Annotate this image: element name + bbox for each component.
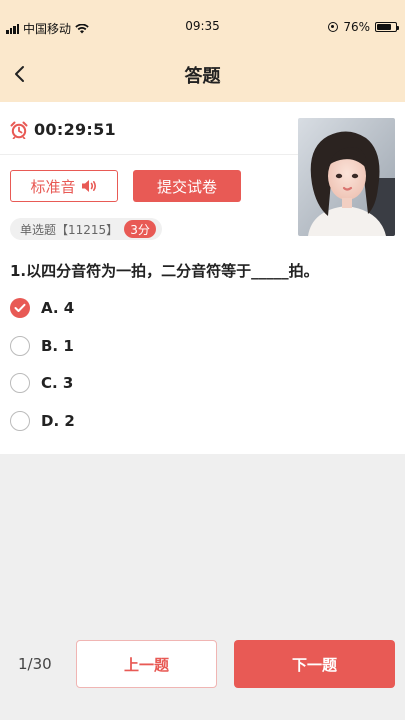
previous-question-button[interactable]: 上一题 xyxy=(76,640,217,688)
option-b[interactable]: B. 1 xyxy=(10,336,74,356)
avatar xyxy=(298,118,395,236)
option-label: B. 1 xyxy=(41,337,74,355)
option-c[interactable]: C. 3 xyxy=(10,373,73,393)
radio-checked-icon[interactable] xyxy=(10,298,30,318)
status-right: 76% xyxy=(328,20,399,34)
battery-icon xyxy=(375,22,399,32)
submit-exam-button[interactable]: 提交试卷 xyxy=(133,170,241,202)
nav-bar: 答题 xyxy=(0,54,405,102)
battery-percent: 76% xyxy=(343,20,370,34)
standard-voice-button[interactable]: 标准音 xyxy=(10,170,118,202)
option-label: C. 3 xyxy=(41,374,74,392)
radio-unchecked-icon[interactable] xyxy=(10,411,30,431)
status-bar: 中国移动 09:35 76% xyxy=(0,0,405,54)
alarm-clock-icon xyxy=(10,121,28,139)
page-indicator: 1/30 xyxy=(18,655,52,673)
divider xyxy=(0,154,298,155)
option-label: D. 2 xyxy=(41,412,75,430)
question-card: 00:29:51 标准音 提交试卷 单选题【11215】 3分 1.以四分音符为… xyxy=(0,102,405,454)
orientation-lock-icon xyxy=(328,22,339,32)
speaker-icon xyxy=(81,180,96,192)
timer: 00:29:51 xyxy=(10,120,116,139)
timer-text: 00:29:51 xyxy=(34,120,116,139)
page-title: 答题 xyxy=(184,66,221,87)
score-badge: 3分 xyxy=(124,220,156,238)
question-type-label: 单选题【11215】 xyxy=(20,222,119,237)
question-text: 1.以四分音符为一拍，二分音符等于_____拍。 xyxy=(10,262,319,280)
standard-voice-label: 标准音 xyxy=(30,177,76,196)
option-d[interactable]: D. 2 xyxy=(10,411,75,431)
radio-unchecked-icon[interactable] xyxy=(10,336,30,356)
next-question-button[interactable]: 下一题 xyxy=(234,640,395,688)
option-a[interactable]: A. 4 xyxy=(10,298,74,318)
question-type-tag: 单选题【11215】 3分 xyxy=(10,218,162,240)
radio-unchecked-icon[interactable] xyxy=(10,373,30,393)
option-label: A. 4 xyxy=(41,299,75,317)
